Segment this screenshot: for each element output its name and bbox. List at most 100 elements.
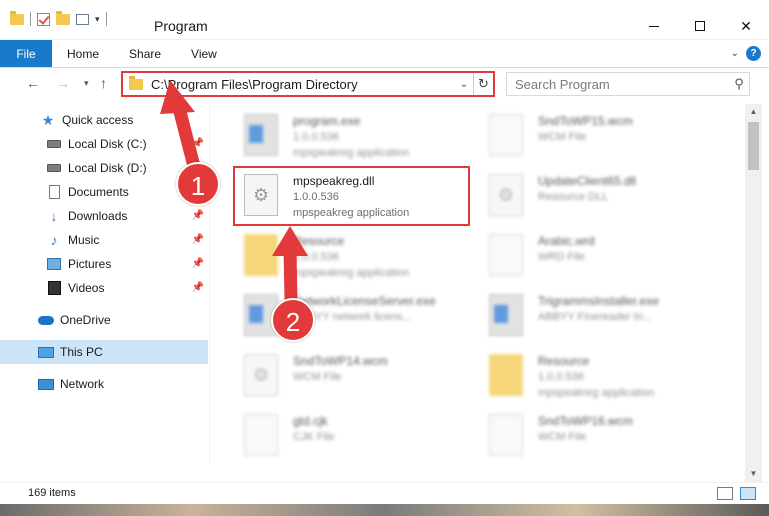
search-box[interactable]: ⚲ [506, 72, 750, 96]
file-version: 1.0.0.536 [293, 131, 339, 143]
sidebar-item-label: Quick access [62, 113, 134, 127]
address-path[interactable]: C:\Program Files\Program Directory [151, 77, 455, 92]
file-name: SndToWP14.wcm [293, 354, 388, 368]
file-item[interactable]: Arabic.wrd WRD File [467, 226, 707, 286]
file-item[interactable]: Resource 1.0.0.536 mpspeakreg applicatio… [222, 226, 462, 286]
navigation-bar: ← → ▾ ↑ C:\Program Files\Program Directo… [0, 68, 769, 100]
item-count: 169 items [28, 487, 76, 499]
sidebar-item-label: Documents [68, 185, 129, 199]
pin-icon[interactable]: 📌 [192, 138, 204, 149]
new-folder-icon[interactable] [56, 10, 70, 25]
folder-icon [244, 234, 278, 276]
scroll-thumb[interactable] [748, 122, 759, 170]
file-name: UpdateClient65.dll [538, 174, 637, 188]
forward-button[interactable]: → [56, 75, 70, 91]
disk-icon [46, 137, 62, 151]
highlight-box [233, 166, 470, 226]
pictures-icon [46, 257, 62, 271]
file-name: program.exe [293, 114, 361, 128]
navigation-pane: ★ Quick access Local Disk (C:) 📌 Local D… [0, 104, 210, 464]
pin-icon[interactable]: 📌 [192, 282, 204, 293]
tab-file[interactable]: File [0, 40, 52, 67]
window-title: Program [154, 18, 208, 34]
help-icon[interactable]: ? [746, 46, 761, 61]
sidebar-item-onedrive[interactable]: OneDrive [0, 308, 208, 332]
file-item[interactable]: program.exe 1.0.0.536 mpspeakreg applica… [222, 106, 462, 166]
star-icon: ★ [41, 111, 55, 128]
sidebar-item-label: Network [60, 377, 105, 391]
close-button[interactable]: ✕ [723, 12, 769, 40]
file-type: mpspeakreg application [293, 267, 410, 279]
exe-file-icon [489, 294, 523, 336]
file-name: SndToWP15.wcm [538, 114, 633, 128]
status-bar: 169 items [0, 482, 769, 504]
sidebar-item-quick-access[interactable]: ★ Quick access [0, 108, 208, 132]
file-type: mpspeakreg application [538, 387, 655, 399]
file-type: CJK File [293, 431, 335, 443]
pin-icon[interactable]: 📌 [192, 234, 204, 245]
scroll-up-icon[interactable]: ▲ [745, 104, 762, 120]
file-item[interactable]: UpdateClient65.dll Resource DLL [467, 166, 707, 226]
file-icon [489, 414, 523, 456]
address-bar[interactable]: C:\Program Files\Program Directory ⌄ ↻ [121, 71, 495, 97]
chevron-down-icon[interactable]: ⌄ [455, 79, 473, 90]
title-bar: ▾ Program ✕ [0, 0, 769, 40]
sidebar-item-label: Pictures [68, 257, 112, 271]
file-item[interactable]: gtd.cjk CJK File [222, 406, 462, 464]
recent-locations-button[interactable]: ▾ [84, 78, 89, 89]
downloads-icon: ↓ [50, 208, 58, 224]
file-type: mpspeakreg application [293, 147, 410, 159]
folder-icon[interactable] [10, 10, 24, 25]
tab-share[interactable]: Share [114, 40, 176, 67]
properties-check-icon[interactable] [37, 12, 50, 26]
minimize-icon [649, 25, 659, 27]
music-icon: ♪ [50, 232, 58, 248]
file-item[interactable]: SndToWP16.wcm WCM File [467, 406, 707, 464]
sidebar-item-label: This PC [60, 345, 103, 359]
refresh-icon[interactable]: ↻ [473, 73, 493, 95]
sidebar-item-this-pc[interactable]: This PC [0, 340, 208, 364]
toolbar-divider [105, 12, 107, 26]
file-type: ABBYY Finereader tri... [538, 311, 653, 323]
back-button[interactable]: ← [26, 75, 40, 91]
minimize-button[interactable] [631, 12, 677, 40]
step-2-badge: 2 [271, 298, 315, 342]
search-input[interactable] [515, 74, 729, 94]
sidebar-item-music[interactable]: ♪ Music 📌 [0, 228, 208, 252]
sidebar-item-videos[interactable]: Videos 📌 [0, 276, 208, 300]
scroll-down-icon[interactable]: ▼ [745, 466, 762, 482]
file-name: Arabic.wrd [538, 234, 595, 248]
chevron-down-icon[interactable]: ▾ [95, 14, 100, 25]
sidebar-item-local-disk-c[interactable]: Local Disk (C:) 📌 [0, 132, 208, 156]
sidebar-item-downloads[interactable]: ↓ Downloads 📌 [0, 204, 208, 228]
sidebar-item-label: Downloads [68, 209, 128, 223]
file-item[interactable]: SndToWP14.wcm WCM File [222, 346, 462, 406]
quick-access-toolbar: ▾ [10, 10, 107, 26]
pin-icon[interactable]: 📌 [192, 210, 204, 221]
up-button[interactable]: ↑ [100, 75, 107, 91]
vertical-scrollbar[interactable]: ▲ ▼ [745, 104, 762, 482]
this-pc-icon [38, 345, 54, 359]
network-icon [38, 377, 54, 391]
tab-view[interactable]: View [176, 40, 232, 67]
tab-home[interactable]: Home [52, 40, 114, 67]
step-1-badge: 1 [176, 162, 220, 206]
toolbar-divider [30, 12, 31, 26]
file-item[interactable]: Resource 1.0.0.536 mpspeakreg applicatio… [467, 346, 707, 406]
file-item[interactable]: TrigrammsInstaller.exe ABBYY Finereader … [467, 286, 707, 346]
file-item[interactable]: NetworkLicenseServer.exe ABBYY network l… [222, 286, 462, 346]
file-gear-icon [244, 354, 278, 396]
properties-icon[interactable] [76, 13, 89, 25]
ribbon-expand-icon[interactable]: ⌄ [731, 48, 739, 59]
dll-gear-icon [489, 174, 523, 216]
pin-icon[interactable]: 📌 [192, 258, 204, 269]
window-controls: ✕ [631, 12, 769, 40]
file-item[interactable]: SndToWP15.wcm WCM File [467, 106, 707, 166]
search-icon[interactable]: ⚲ [729, 76, 749, 92]
maximize-button[interactable] [677, 12, 723, 40]
sidebar-item-pictures[interactable]: Pictures 📌 [0, 252, 208, 276]
sidebar-item-network[interactable]: Network [0, 372, 208, 396]
file-type: WCM File [538, 431, 587, 443]
details-view-icon[interactable] [717, 487, 733, 500]
large-icons-view-icon[interactable] [740, 487, 756, 500]
